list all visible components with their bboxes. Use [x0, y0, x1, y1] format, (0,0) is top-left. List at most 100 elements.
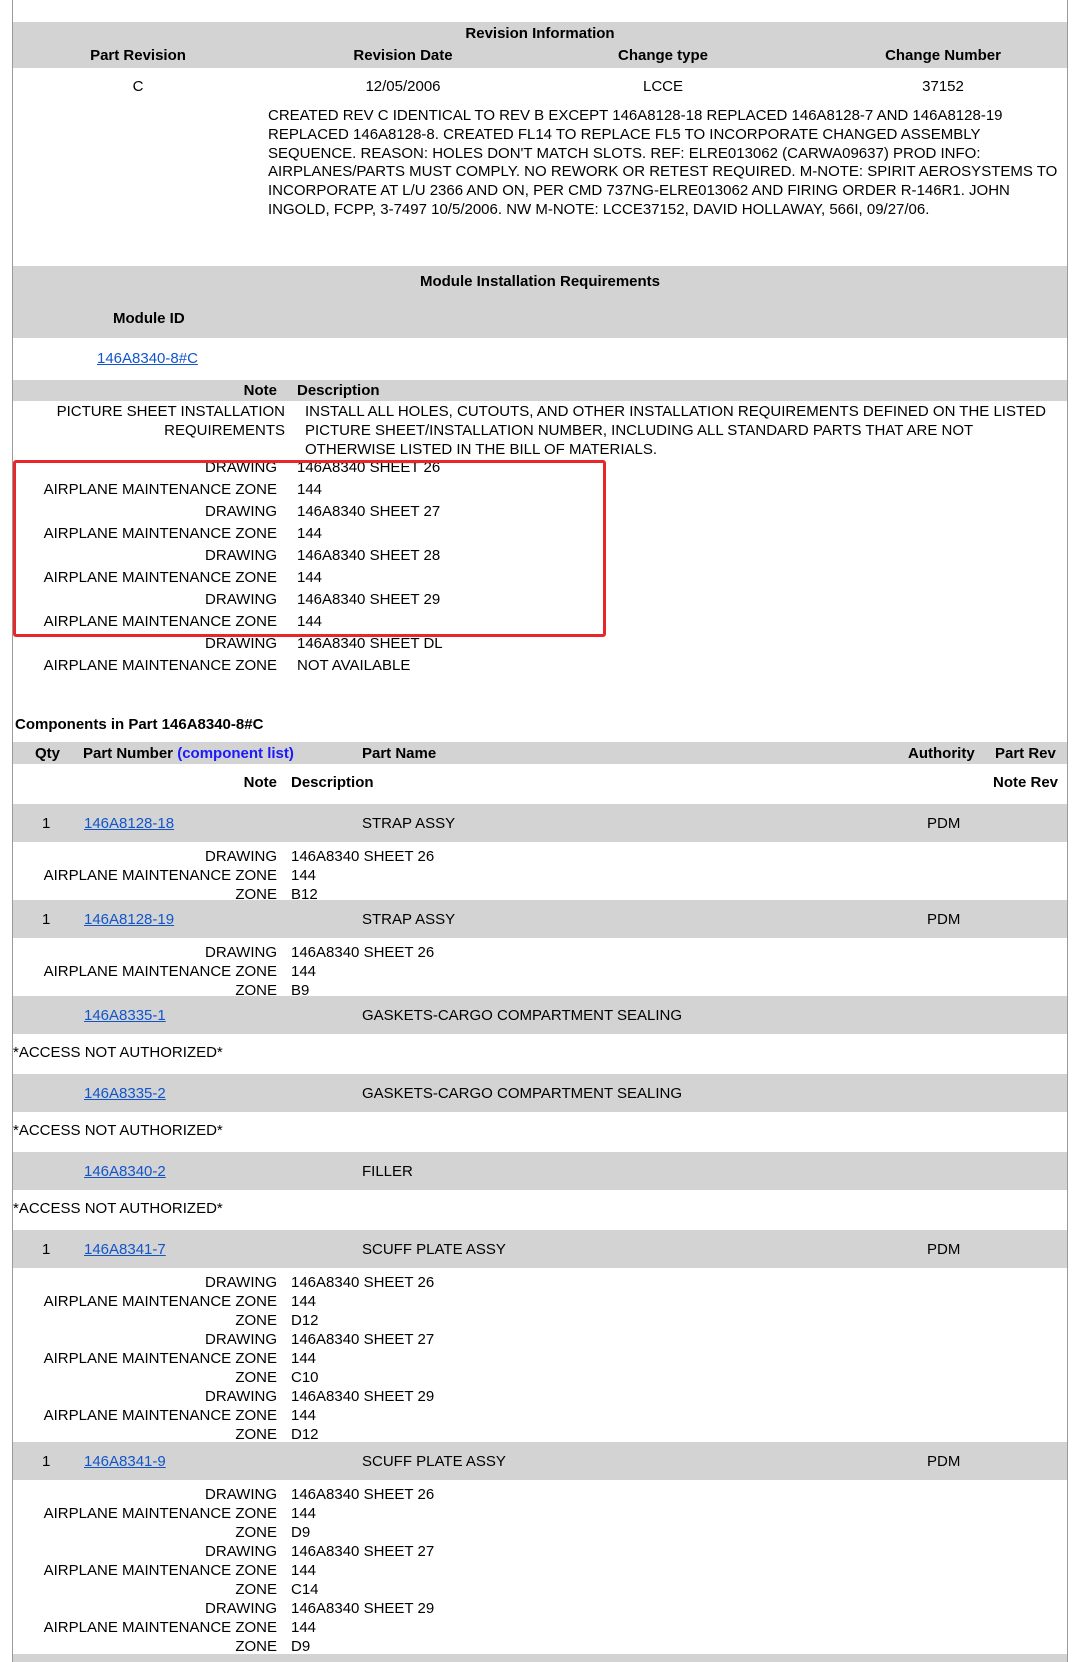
- component-row: 146A8335-1 GASKETS-CARGO COMPARTMENT SEAL…: [13, 996, 1067, 1034]
- components-subheader-row: Note Description Note Rev: [13, 766, 1067, 798]
- component-detail-row: AIRPLANE MAINTENANCE ZONE 144: [13, 1293, 1067, 1312]
- description-header: Description: [297, 382, 380, 399]
- revision-header-band: Revision Information Part Revision Revis…: [13, 22, 1067, 68]
- change-type-header: Change type: [617, 47, 708, 64]
- part-number-header: Part Number (component list): [83, 745, 294, 764]
- component-detail-row: AIRPLANE MAINTENANCE ZONE 144: [13, 963, 1067, 982]
- component-detail-value: 146A8340 SHEET 26: [291, 944, 435, 961]
- change-number-header: Change Number: [885, 47, 1001, 64]
- component-detail-value: 144: [291, 867, 317, 884]
- revision-date-header: Revision Date: [353, 47, 453, 64]
- component-detail-key: AIRPLANE MAINTENANCE ZONE: [43, 1562, 277, 1579]
- module-note-key: AIRPLANE MAINTENANCE ZONE: [43, 657, 277, 675]
- component-detail-value: D12: [291, 1312, 319, 1329]
- component-part-name: GASKETS-CARGO COMPARTMENT SEALING: [362, 1007, 683, 1024]
- note-header: Note: [243, 382, 277, 399]
- module-note-value: 146A8340 SHEET DL: [297, 635, 443, 653]
- component-row: 146A8340-2 FILLER: [13, 1152, 1067, 1190]
- component-row: 1 146A8128-19 STRAP ASSY PDM: [13, 900, 1067, 938]
- component-detail-value: 144: [291, 1505, 317, 1522]
- module-id-link[interactable]: 146A8340-8#C: [97, 350, 198, 369]
- component-part-link[interactable]: 146A8128-18: [84, 815, 174, 834]
- component-detail-key: DRAWING: [205, 944, 277, 961]
- component-detail-key: AIRPLANE MAINTENANCE ZONE: [43, 1407, 277, 1424]
- component-row: 1 146A8341-7 SCUFF PLATE ASSY PDM: [13, 1230, 1067, 1268]
- component-list-link[interactable]: (component list): [177, 745, 294, 762]
- component-part-link[interactable]: 146A8340-2: [84, 1163, 166, 1182]
- revision-description: CREATED REV C IDENTICAL TO REV B EXCEPT …: [268, 107, 1058, 218]
- component-detail-value: D9: [291, 1524, 311, 1541]
- component-detail-row: DRAWING 146A8340 SHEET 29: [13, 1600, 1067, 1619]
- component-detail-value: 144: [291, 1619, 317, 1636]
- access-not-authorized: *ACCESS NOT AUTHORIZED*: [13, 1200, 223, 1217]
- module-note-value: NOT AVAILABLE: [297, 657, 411, 675]
- part-name-header: Part Name: [362, 745, 437, 762]
- component-detail-row: AIRPLANE MAINTENANCE ZONE 144: [13, 1350, 1067, 1369]
- components-header-row: Qty Part Number (component list) Part Na…: [13, 742, 1067, 764]
- component-detail-key: AIRPLANE MAINTENANCE ZONE: [43, 1619, 277, 1636]
- component-detail-value: 144: [291, 1293, 317, 1310]
- component-qty: 1: [42, 1241, 51, 1258]
- component-detail-key: ZONE: [235, 1581, 277, 1598]
- component-part-link[interactable]: 146A8335-2: [84, 1085, 166, 1104]
- component-detail-value: 146A8340 SHEET 26: [291, 1486, 435, 1503]
- part-rev-header: Part Rev: [995, 745, 1056, 762]
- component-detail-key: ZONE: [235, 1524, 277, 1541]
- change-type-value: LCCE: [642, 78, 683, 95]
- component-detail-row: DRAWING 146A8340 SHEET 29: [13, 1388, 1067, 1407]
- component-detail-key: DRAWING: [205, 1600, 277, 1617]
- note-description-header: Note Description: [13, 380, 1067, 401]
- component-detail-row: AIRPLANE MAINTENANCE ZONE 144: [13, 1505, 1067, 1524]
- component-detail-value: 146A8340 SHEET 27: [291, 1331, 435, 1348]
- component-detail-row: AIRPLANE MAINTENANCE ZONE 144: [13, 867, 1067, 886]
- component-part-name: STRAP ASSY: [362, 911, 456, 928]
- component-part-name: SCUFF PLATE ASSY: [362, 1453, 506, 1470]
- component-row: 1 146A8341-9 SCUFF PLATE ASSY PDM: [13, 1442, 1067, 1480]
- qty-header: Qty: [35, 745, 61, 762]
- component-detail-value: 144: [291, 1407, 317, 1424]
- component-detail-row: ZONE D12: [13, 1312, 1067, 1331]
- module-note-value: INSTALL ALL HOLES, CUTOUTS, AND OTHER IN…: [305, 403, 1046, 458]
- highlight-box: [13, 460, 606, 637]
- component-detail-value: C14: [291, 1581, 319, 1598]
- component-authority: PDM: [927, 1241, 961, 1258]
- component-detail-value: 146A8340 SHEET 29: [291, 1388, 435, 1405]
- access-not-authorized: *ACCESS NOT AUTHORIZED*: [13, 1122, 223, 1139]
- component-detail-key: AIRPLANE MAINTENANCE ZONE: [43, 1293, 277, 1310]
- component-detail-key: DRAWING: [205, 848, 277, 865]
- component-detail-key: ZONE: [235, 1369, 277, 1386]
- component-part-name: GASKETS-CARGO COMPARTMENT SEALING: [362, 1085, 683, 1102]
- component-detail-row: DRAWING 146A8340 SHEET 26: [13, 1274, 1067, 1293]
- component-details: DRAWING 146A8340 SHEET 26 AIRPLANE MAINTEN…: [13, 848, 1067, 905]
- component-detail-row: AIRPLANE MAINTENANCE ZONE 144: [13, 1407, 1067, 1426]
- component-part-link[interactable]: 146A8128-19: [84, 911, 174, 930]
- component-row: 146A8335-2 GASKETS-CARGO COMPARTMENT SEAL…: [13, 1074, 1067, 1112]
- module-note-row: DRAWING 146A8340 SHEET DL: [13, 635, 1067, 657]
- module-note-row: PICTURE SHEET INSTALLATION REQUIREMENTS I…: [13, 403, 1067, 459]
- component-part-name: STRAP ASSY: [362, 815, 456, 832]
- component-detail-row: DRAWING 146A8340 SHEET 26: [13, 944, 1067, 963]
- component-qty: 1: [42, 911, 51, 928]
- component-detail-key: AIRPLANE MAINTENANCE ZONE: [43, 1350, 277, 1367]
- module-note-key: DRAWING: [205, 635, 277, 653]
- authority-header: Authority: [908, 745, 975, 762]
- component-detail-key: DRAWING: [205, 1486, 277, 1503]
- component-part-name: SCUFF PLATE ASSY: [362, 1241, 506, 1258]
- component-detail-key: DRAWING: [205, 1331, 277, 1348]
- component-detail-row: DRAWING 146A8340 SHEET 27: [13, 1331, 1067, 1350]
- component-detail-value: 144: [291, 1562, 317, 1579]
- access-not-authorized: *ACCESS NOT AUTHORIZED*: [13, 1044, 223, 1061]
- module-header-band: Module Installation Requirements Module …: [13, 266, 1067, 338]
- component-part-link[interactable]: 146A8341-7: [84, 1241, 166, 1260]
- component-detail-value: 146A8340 SHEET 27: [291, 1543, 435, 1560]
- component-part-link[interactable]: 146A8341-9: [84, 1453, 166, 1472]
- revision-date-value: 12/05/2006: [365, 78, 441, 95]
- component-detail-row: AIRPLANE MAINTENANCE ZONE 144: [13, 1562, 1067, 1581]
- component-detail-value: 146A8340 SHEET 26: [291, 848, 435, 865]
- component-detail-row: DRAWING 146A8340 SHEET 26: [13, 848, 1067, 867]
- components-title: Components in Part 146A8340-8#C: [15, 716, 264, 733]
- component-detail-row: ZONE C10: [13, 1369, 1067, 1388]
- module-note-row: AIRPLANE MAINTENANCE ZONE NOT AVAILABLE: [13, 657, 1067, 679]
- component-part-link[interactable]: 146A8335-1: [84, 1007, 166, 1026]
- component-detail-value: 144: [291, 963, 317, 980]
